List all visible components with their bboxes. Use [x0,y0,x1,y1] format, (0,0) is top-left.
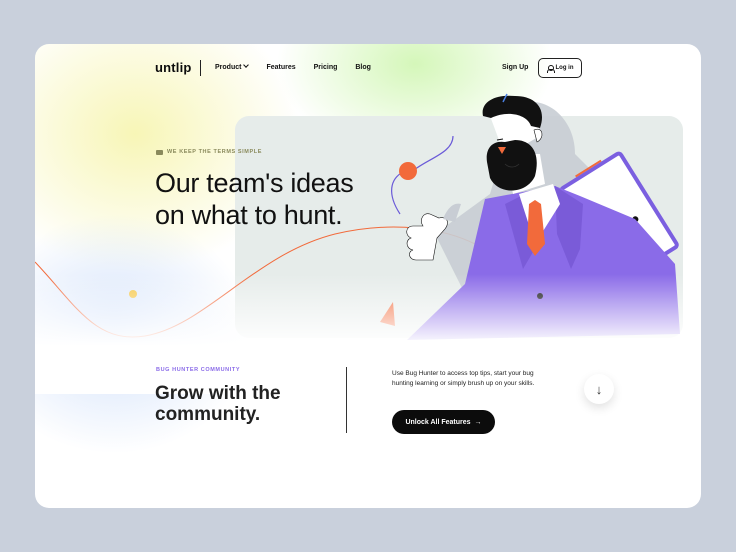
nav-item-blog[interactable]: Blog [355,64,371,71]
orbit-line-lower [391,171,404,215]
orange-ball [399,162,417,180]
nav-item-pricing[interactable]: Pricing [314,64,338,71]
chevron-down-icon [243,62,250,68]
main-nav: Product Features Pricing Blog [215,62,371,71]
scroll-down-button[interactable]: ↓ [584,374,614,404]
hero-eyebrow: WE KEEP THE TERMS SIMPLE [156,149,262,155]
login-button[interactable]: Log in [538,58,582,78]
community-eyebrow: BUG HUNTER COMMUNITY [156,367,241,373]
arrow-down-icon: ↓ [595,381,603,397]
login-label: Log in [555,65,574,71]
section-divider [346,367,347,433]
hero-eyebrow-label: WE KEEP THE TERMS SIMPLE [167,149,262,155]
nav-divider [200,60,201,76]
logo[interactable]: untlip [155,60,192,75]
community-title: Grow with the community. [155,383,281,425]
beard [486,140,537,191]
signup-link[interactable]: Sign Up [502,64,528,71]
landing-card: untlip Product Features Pricing Blog Sig… [35,44,701,508]
user-icon [546,64,555,73]
community-description: Use Bug Hunter to access top tips, start… [392,370,535,387]
ticket-icon [156,149,163,155]
nav-item-features[interactable]: Features [266,64,295,71]
unlock-features-button[interactable]: Unlock All Features → [392,410,495,434]
nav-item-product-label: Product [215,64,242,71]
cta-label: Unlock All Features [405,418,471,426]
hero-headline: Our team's ideas on what to hunt. [155,168,354,230]
nav-item-product[interactable]: Product [215,62,250,71]
arrow-right-icon: → [474,418,482,426]
